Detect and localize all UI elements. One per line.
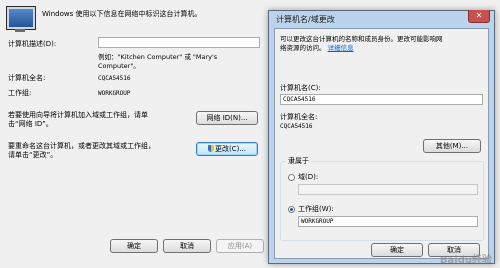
example-text-1: 例如："Kitchen Computer" 或 "Mary's [98, 53, 218, 61]
network-id-button[interactable]: 网络 ID(N)... [196, 111, 258, 125]
workgroup-value: WORKGROUP [98, 90, 131, 97]
watermark: Baidu经验 [439, 255, 492, 266]
intro-text: Windows 使用以下信息在网络中标识这台计算机。 [42, 10, 202, 18]
info-text-2: 络资源的访问。 详细信息 [280, 44, 354, 53]
description-label: 计算机描述(D): [8, 40, 57, 48]
more-button[interactable]: 其他(M)... [423, 139, 481, 153]
domain-input[interactable] [298, 184, 478, 195]
computer-name-label: 计算机名(C): [280, 84, 321, 92]
cancel-button[interactable]: 取消 [163, 239, 211, 253]
cancel-button-label: 取消 [180, 242, 194, 250]
full-name-label: 计算机全名: [280, 113, 318, 121]
dialog-title-bar[interactable]: 计算机名/域更改 ✕ [269, 10, 494, 27]
workgroup-label: 工作组(W): [298, 205, 334, 213]
dialog-ok-button-label: 确定 [390, 246, 404, 254]
full-name-value: CQCA54516 [98, 75, 131, 82]
details-link[interactable]: 详细信息 [328, 44, 354, 52]
ok-button-label: 确定 [127, 242, 141, 250]
system-properties-window: Windows 使用以下信息在网络中标识这台计算机。 计算机描述(D): 例如：… [0, 0, 268, 268]
member-of-label: 隶属于 [286, 157, 311, 166]
close-icon: ✕ [475, 11, 483, 20]
info-text-2-content: 络资源的访问。 [280, 44, 326, 52]
wizard-text-2: 击“网络 ID”。 [8, 120, 53, 128]
dialog-ok-button[interactable]: 确定 [371, 243, 423, 257]
dialog-title: 计算机名/域更改 [276, 15, 335, 24]
ok-button[interactable]: 确定 [110, 239, 158, 253]
workgroup-radio[interactable] [288, 206, 295, 213]
computer-icon [6, 6, 36, 30]
network-id-button-label: 网络 ID(N)... [206, 114, 248, 122]
info-text-1: 可以更改这台计算机的名称和成员身份。更改可能影响网 [280, 35, 443, 43]
full-name-label: 计算机全名: [8, 74, 46, 82]
close-button[interactable]: ✕ [468, 10, 490, 23]
change-button-label: 更改(C)... [214, 145, 247, 153]
rename-text-1: 要重命名这台计算机，或者更改其域或工作组， [8, 142, 155, 150]
computer-icon-stand [15, 29, 25, 32]
apply-button-label: 应用(A) [227, 242, 253, 250]
rename-text-2: 请单击“更改”。 [8, 151, 58, 159]
workgroup-label: 工作组: [8, 89, 32, 97]
computer-name-input[interactable]: CQCA54516 [280, 94, 483, 105]
dialog-client-area: 可以更改这台计算机的名称和成员身份。更改可能影响网 络资源的访问。 详细信息 计… [274, 28, 489, 259]
more-button-label: 其他(M)... [435, 142, 469, 150]
full-name-value: CQCA54516 [280, 123, 313, 130]
uac-shield-icon [207, 145, 214, 152]
change-button[interactable]: 更改(C)... [196, 142, 258, 156]
computer-name-dialog: 计算机名/域更改 ✕ 可以更改这台计算机的名称和成员身份。更改可能影响网 络资源… [268, 10, 495, 264]
domain-label: 域(D): [298, 173, 319, 181]
description-input[interactable] [98, 37, 260, 48]
domain-radio[interactable] [288, 174, 295, 181]
workgroup-input[interactable]: WORKGROUP [298, 216, 478, 227]
apply-button[interactable]: 应用(A) [216, 239, 264, 253]
wizard-text-1: 若要使用向导将计算机加入域或工作组，请单 [8, 111, 148, 119]
example-text-2: Computer"。 [98, 62, 140, 70]
